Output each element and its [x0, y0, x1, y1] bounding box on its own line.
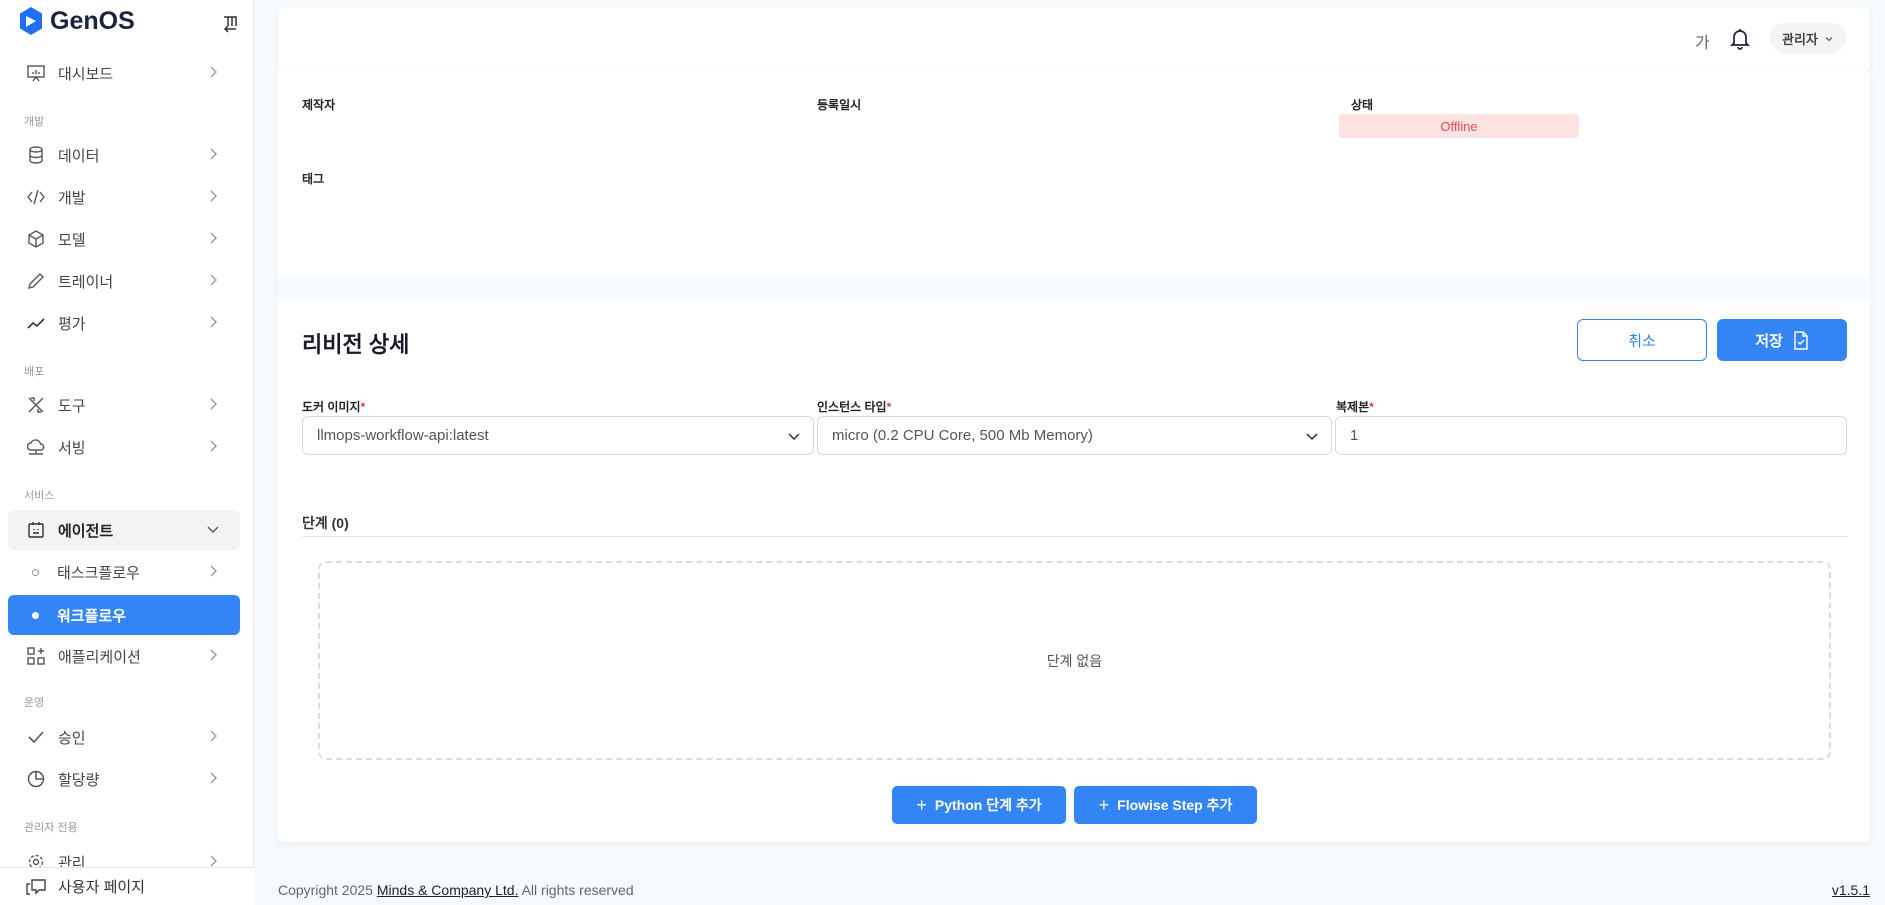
status-badge: Offline [1339, 114, 1579, 138]
robot-icon [26, 520, 46, 540]
cube-icon [26, 229, 46, 249]
sidebar-item-serving[interactable]: 서빙 [8, 427, 240, 467]
chevron-right-icon [210, 148, 217, 160]
sidebar-item-eval[interactable]: 평가 [8, 303, 240, 343]
circle-icon [32, 568, 39, 576]
sidebar-item-agent[interactable]: 에이전트 [8, 510, 240, 550]
chat-icon [26, 878, 46, 895]
sidebar-item-data[interactable]: 데이터 [8, 135, 240, 175]
user-page-link[interactable]: 사용자 페이지 [0, 867, 254, 905]
chevron-right-icon [210, 66, 217, 78]
collapse-sidebar-icon[interactable] [220, 14, 240, 34]
instance-type-label: 인스턴스 타입* [817, 400, 892, 414]
plus-icon: + [1098, 794, 1110, 815]
page-title: 리비전 상세 [302, 332, 410, 357]
chevron-down-icon [207, 526, 219, 533]
add-flowise-step-button[interactable]: + Flowise Step 추가 [1074, 786, 1257, 824]
replica-label: 복제본* [1336, 400, 1374, 414]
chevron-right-icon [210, 730, 217, 742]
chevron-down-icon [1306, 433, 1318, 441]
section-service: 서비스 [24, 490, 55, 502]
user-menu[interactable]: 관리자 [1770, 23, 1846, 54]
font-size-button[interactable]: 가 [1695, 29, 1710, 53]
chevron-right-icon [210, 855, 217, 867]
chevron-down-icon [1825, 36, 1833, 41]
section-deploy: 배포 [24, 366, 45, 378]
chevron-right-icon [210, 649, 217, 661]
dot-icon [32, 611, 39, 619]
footer-copyright: Copyright 2025 Minds & Company Ltd. All … [278, 882, 634, 898]
sidebar-item-application[interactable]: 애플리케이션 [8, 636, 240, 676]
section-divider [278, 277, 1870, 300]
sidebar-item-develop[interactable]: 개발 [8, 177, 240, 217]
chevron-right-icon [210, 565, 217, 577]
chevron-right-icon [210, 190, 217, 202]
trend-icon [26, 313, 46, 333]
detail-card: 제작자 등록일시 상태 Offline 태그 리비전 상세 취소 저장 도커 이… [278, 71, 1870, 842]
section-ops: 운영 [24, 697, 45, 709]
chevron-down-icon [788, 433, 800, 441]
chevron-right-icon [210, 398, 217, 410]
top-header: 가 관리자 [278, 7, 1870, 71]
sidebar-item-tools[interactable]: 도구 [8, 385, 240, 425]
sidebar-item-approval[interactable]: 승인 [8, 717, 240, 757]
section-dev: 개발 [24, 116, 45, 128]
cloud-icon [26, 437, 46, 457]
sidebar-item-model[interactable]: 모델 [8, 219, 240, 259]
docker-image-label: 도커 이미지* [302, 400, 366, 414]
sidebar-item-workflow[interactable]: 워크플로우 [8, 595, 240, 635]
docker-image-select[interactable]: llmops-workflow-api:latest [302, 416, 814, 455]
tag-label: 태그 [302, 172, 325, 186]
chevron-right-icon [210, 316, 217, 328]
save-button[interactable]: 저장 [1717, 319, 1847, 361]
status-label: 상태 [1351, 98, 1374, 112]
replica-input[interactable]: 1 [1335, 416, 1847, 455]
chevron-right-icon [210, 772, 217, 784]
tools-icon [26, 395, 46, 415]
instance-type-select[interactable]: micro (0.2 CPU Core, 500 Mb Memory) [817, 416, 1332, 455]
chevron-right-icon [210, 440, 217, 452]
add-python-step-button[interactable]: + Python 단계 추가 [892, 786, 1066, 824]
pie-chart-icon [26, 769, 46, 789]
registered-label: 등록일시 [817, 98, 862, 112]
steps-heading: 단계 (0) [302, 515, 349, 531]
cancel-button[interactable]: 취소 [1577, 319, 1707, 361]
sidebar-item-taskflow[interactable]: 태스크플로우 [8, 552, 240, 592]
logo[interactable]: GenOS [18, 6, 135, 36]
database-icon [26, 145, 46, 165]
apps-add-icon [26, 646, 46, 666]
pencil-icon [26, 271, 46, 291]
plus-icon: + [916, 794, 927, 815]
genos-logo-icon [20, 7, 42, 35]
file-check-icon [1794, 330, 1808, 350]
check-icon [26, 727, 46, 747]
version-link[interactable]: v1.5.1 [1832, 882, 1870, 898]
monitor-icon [26, 63, 46, 83]
steps-empty-area: 단계 없음 [318, 561, 1831, 760]
sidebar-item-trainer[interactable]: 트레이너 [8, 261, 240, 301]
sidebar-item-dashboard[interactable]: 대시보드 [8, 53, 240, 93]
code-icon [26, 187, 46, 207]
sidebar-item-quota[interactable]: 할당량 [8, 759, 240, 799]
section-admin: 관리자 전용 [24, 822, 78, 834]
divider [302, 536, 1847, 537]
company-link[interactable]: Minds & Company Ltd. [377, 882, 519, 898]
chevron-right-icon [210, 232, 217, 244]
bell-icon[interactable] [1730, 28, 1750, 50]
sidebar: GenOS 대시보드 개발 데이터 개발 모델 트레이너 평가 배포 도구 서빙… [0, 0, 254, 905]
creator-label: 제작자 [302, 98, 336, 112]
chevron-right-icon [210, 274, 217, 286]
